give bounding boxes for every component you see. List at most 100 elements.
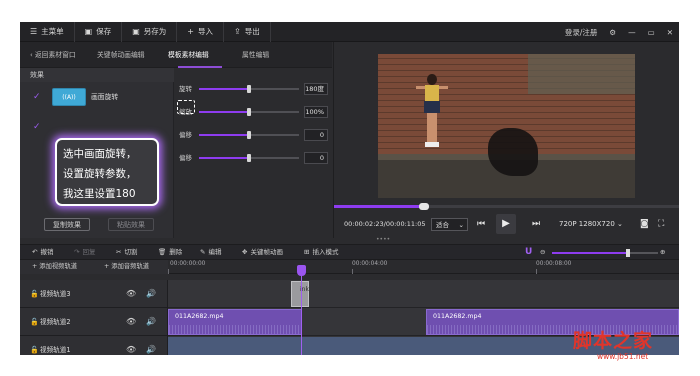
tab-back[interactable]: ‹ 返回素材窗口 (30, 42, 76, 68)
playback-progress-knob[interactable] (418, 203, 429, 210)
scale-slider-knob[interactable] (247, 108, 251, 116)
add-audio-track-button[interactable]: + 添加音频轨道 (104, 260, 149, 274)
edit-panel: ‹ 返回素材窗口 关键帧动画编辑 模板素材编辑 属性编辑 效果 ✓ ((A)) … (20, 42, 332, 238)
rotate-slider[interactable] (199, 85, 299, 93)
eye-icon[interactable]: 👁 (126, 317, 136, 326)
tab-back-label: 返回素材窗口 (34, 51, 76, 59)
eye-icon[interactable]: 👁 (126, 289, 136, 298)
ruler-tick (168, 269, 169, 274)
fit-select[interactable]: 适合 ⌄ (431, 218, 468, 231)
fullscreen-icon[interactable]: ⛶ (658, 218, 664, 230)
play-button[interactable]: ▶ (496, 214, 516, 234)
cut-label: 切割 (124, 248, 138, 256)
callout-line-1: 选中画面旋转， (63, 148, 137, 160)
scale-value-field[interactable]: 100% (304, 106, 328, 118)
add-video-track-button[interactable]: + 添加视频轨道 (32, 260, 77, 274)
zoom-slider-knob[interactable] (626, 249, 631, 257)
ink-clip[interactable]: ink (291, 281, 309, 307)
effect-item-2[interactable]: ✓ (20, 116, 174, 138)
effect-item-rotate[interactable]: ✓ ((A)) 画面旋转 (20, 86, 174, 108)
watermark-brand: 脚本之家 (573, 330, 654, 352)
main-menu-button[interactable]: ☰ 主菜单 (20, 22, 75, 42)
minimize-icon[interactable]: — (628, 28, 636, 37)
zoom-out-icon[interactable]: ⊖ (540, 245, 545, 260)
paste-effect-button[interactable]: 粘贴效果 (108, 218, 154, 231)
add-audio-track-label: 添加音频轨道 (111, 263, 150, 270)
zoom-in-icon[interactable]: ⊕ (660, 245, 665, 260)
checkbox-checked-icon[interactable]: ✓ (33, 123, 41, 132)
playback-controls: 00:00:02:23/00:00:11:05 适合 ⌄ ⏮ ▶ ⏭ 720P 1… (334, 212, 679, 238)
video-editor-window: ☰ 主菜单 ▣ 保存 ▣ 另存为 + 导入 ⇪ 导出 登录/注册 ⚙ — ▭ ✕ (20, 22, 679, 355)
timeline-toolbar: ↶ 撤销 ↷ 回复 ✂ 切割 🗑 删除 ✎ 编辑 ✥ 关键帧动画 ⊞ 插入模式 U ⊖ ⊕ (20, 244, 679, 260)
delete-label: 删除 (169, 248, 183, 256)
splitter-handle[interactable]: •••• (376, 237, 390, 243)
undo-button[interactable]: ↶ 撤销 (32, 245, 53, 260)
add-video-track-label: 添加视频轨道 (39, 263, 78, 270)
callout-line-2: 设置旋转参数， (63, 168, 137, 180)
main-menu-label: 主菜单 (41, 27, 64, 36)
window-controls: 登录/注册 ⚙ — ▭ ✕ (565, 22, 673, 42)
effect-thumbnail: ((A)) (52, 88, 86, 106)
copy-effect-button[interactable]: 复制效果 (44, 218, 90, 231)
save-button[interactable]: ▣ 保存 (75, 22, 123, 42)
track-name: 视频轨道1 (40, 346, 71, 354)
maximize-icon[interactable]: ▭ (648, 28, 655, 37)
lock-icon[interactable]: 🔓 (30, 290, 39, 298)
girl-head (427, 74, 437, 85)
insert-mode-label: 插入模式 (312, 248, 339, 256)
save-as-button[interactable]: ▣ 另存为 (122, 22, 178, 42)
close-icon[interactable]: ✕ (667, 28, 673, 37)
rotate-value-field[interactable]: 180度 (304, 83, 328, 95)
track-header: 🔓 视频轨道1 👁 🔊 (20, 336, 168, 355)
playhead-line (301, 266, 302, 355)
export-button[interactable]: ⇪ 导出 (224, 22, 271, 42)
scale-slider-fill (199, 111, 249, 113)
offset-x-slider[interactable] (199, 131, 299, 139)
tab-keyframe[interactable]: 关键帧动画编辑 (97, 42, 145, 68)
playback-progress[interactable] (334, 203, 679, 210)
settings-gear-icon[interactable]: ⚙ (609, 28, 616, 37)
preview-panel: 00:00:02:23/00:00:11:05 适合 ⌄ ⏮ ▶ ⏭ 720P 1… (333, 42, 679, 238)
zoom-slider[interactable] (552, 249, 658, 257)
checkbox-checked-icon[interactable]: ✓ (33, 93, 41, 102)
video-clip[interactable]: 011A2682.mp4 (168, 309, 302, 335)
magnet-icon[interactable]: U (525, 248, 532, 257)
scissors-icon: ✂ (116, 248, 122, 256)
offset-y-value-field[interactable]: 0 (304, 152, 328, 164)
playhead-handle[interactable] (297, 265, 306, 276)
ruler-tick (536, 269, 537, 274)
next-frame-icon[interactable]: ⏭ (532, 218, 540, 230)
video-preview[interactable] (378, 54, 635, 198)
offset-x-value-field[interactable]: 0 (304, 129, 328, 141)
tab-property[interactable]: 属性编辑 (242, 42, 269, 68)
offset-y-slider[interactable] (199, 154, 299, 162)
snapshot-icon[interactable]: ◙ (640, 218, 649, 230)
offset-y-slider-knob[interactable] (247, 154, 251, 162)
insert-mode-button[interactable]: ⊞ 插入模式 (304, 245, 338, 260)
track-lane[interactable]: ink (168, 280, 679, 308)
delete-button[interactable]: 🗑 删除 (158, 245, 182, 260)
rotate-slider-knob[interactable] (247, 85, 251, 93)
eye-icon[interactable]: 👁 (126, 345, 136, 354)
keyframe-button[interactable]: ✥ 关键帧动画 (242, 245, 283, 260)
lock-icon[interactable]: 🔓 (30, 318, 39, 326)
pencil-icon: ✎ (200, 248, 206, 256)
speaker-icon[interactable]: 🔊 (146, 289, 156, 298)
cut-button[interactable]: ✂ 切割 (116, 245, 137, 260)
scale-slider[interactable] (199, 108, 299, 116)
speaker-icon[interactable]: 🔊 (146, 345, 156, 354)
lock-icon[interactable]: 🔓 (30, 346, 39, 354)
jumping-girl (416, 74, 448, 148)
speaker-icon[interactable]: 🔊 (146, 317, 156, 326)
tab-template[interactable]: 模板素材编辑 (168, 42, 209, 68)
redo-button[interactable]: ↷ 回复 (74, 245, 95, 260)
timeline-ruler[interactable]: 00:00:00:00 00:00:04:00 00:00:08:00 (168, 260, 679, 274)
prev-frame-icon[interactable]: ⏮ (477, 218, 485, 230)
resolution-select[interactable]: 720P 1280X720 ⌄ (559, 220, 623, 228)
offset-x-slider-knob[interactable] (247, 131, 251, 139)
plus-icon: + (187, 26, 194, 36)
edit-button[interactable]: ✎ 编辑 (200, 245, 221, 260)
import-button[interactable]: + 导入 (177, 22, 224, 42)
login-link[interactable]: 登录/注册 (565, 27, 598, 38)
export-label: 导出 (244, 27, 260, 36)
